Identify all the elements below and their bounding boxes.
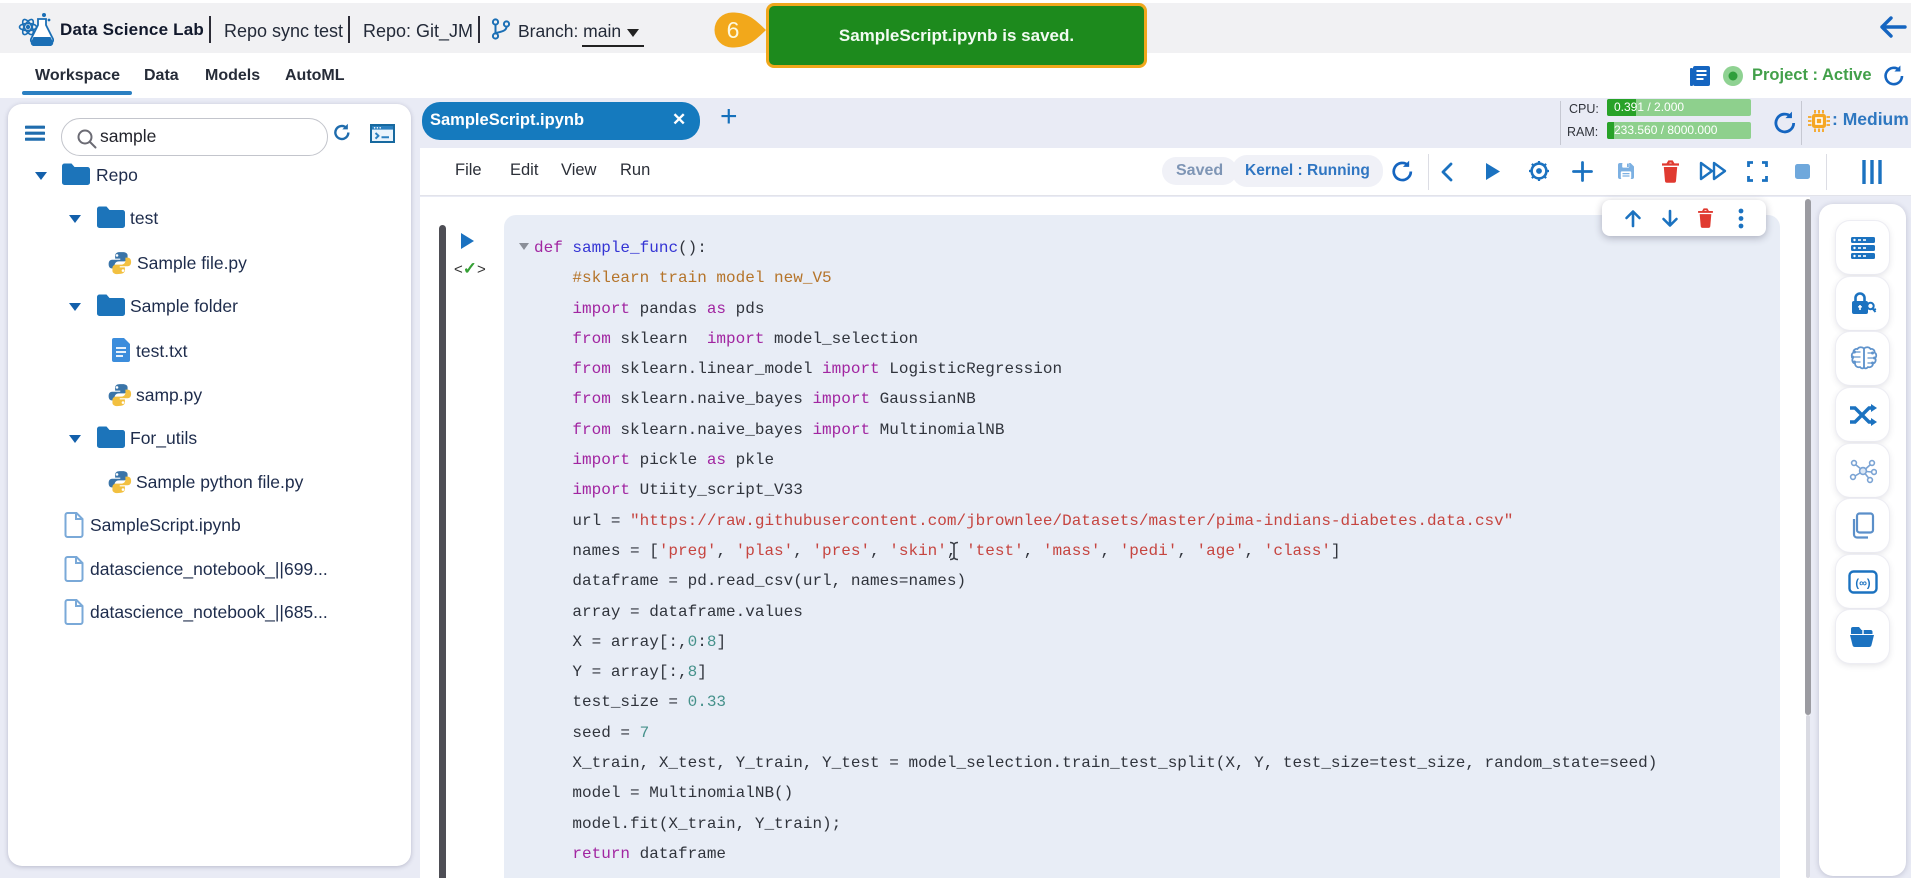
svg-text:6: 6	[727, 17, 740, 43]
svg-text:(∞): (∞)	[1855, 577, 1871, 589]
